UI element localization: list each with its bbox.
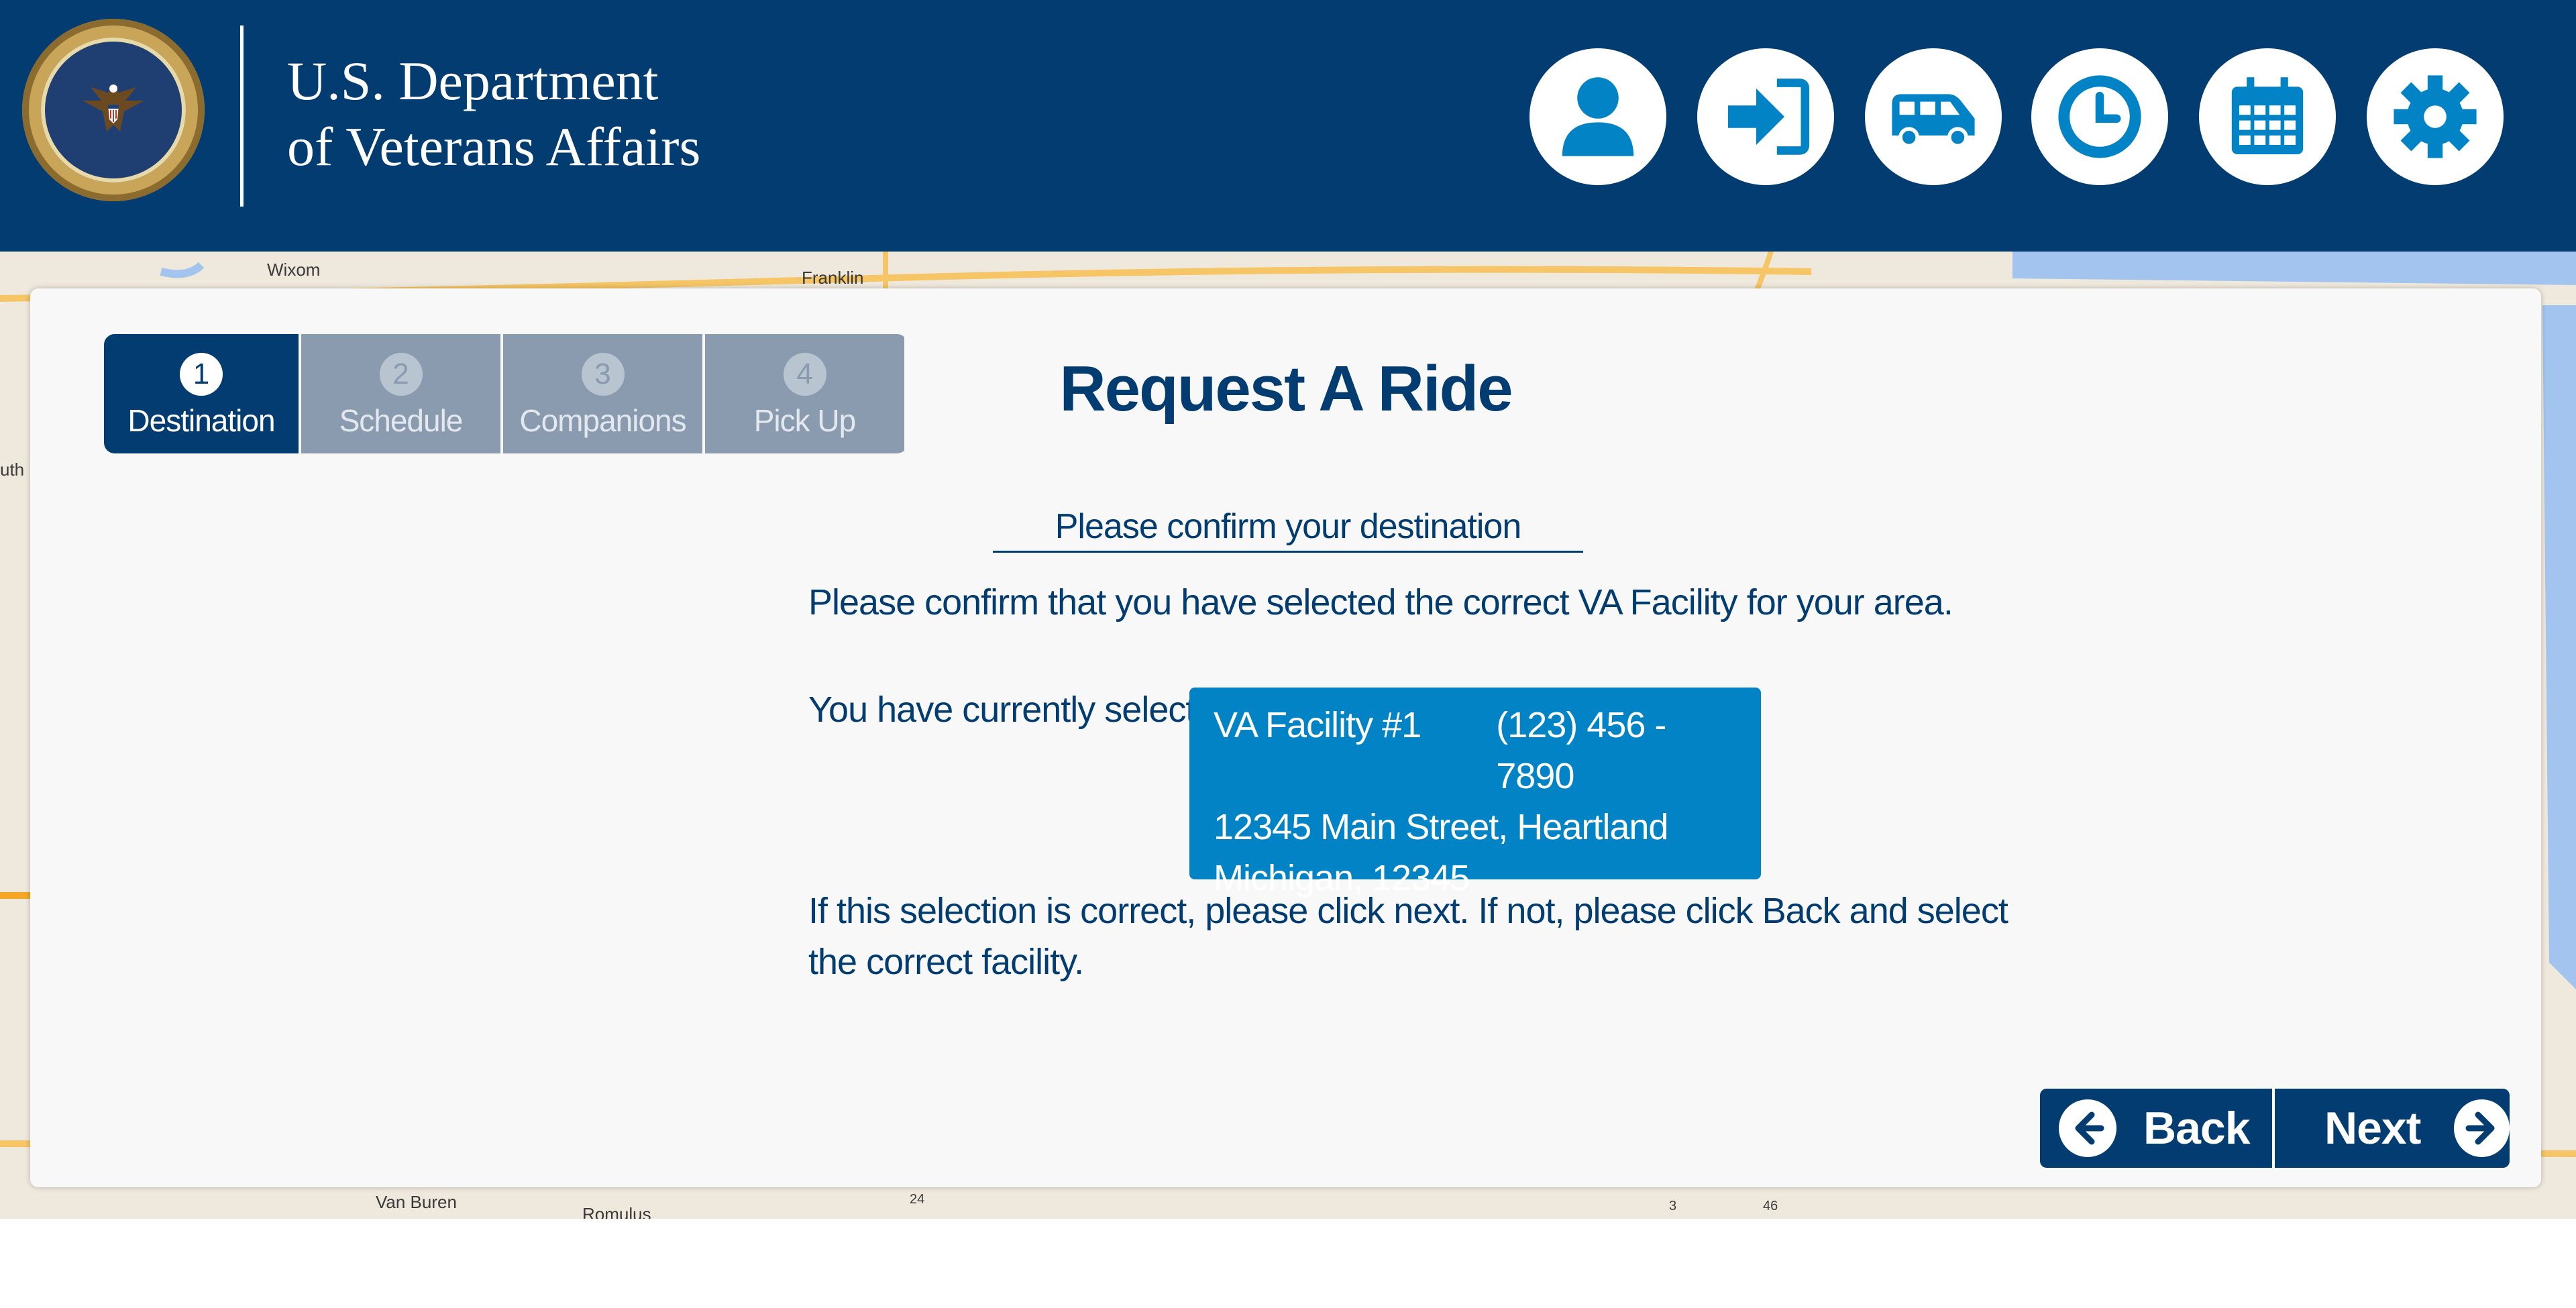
- map-label-route-46: 46: [1763, 1199, 1778, 1213]
- map-label-route-24: 24: [910, 1192, 925, 1207]
- agency-name-line1: U.S. Department: [287, 50, 659, 111]
- map-label-uth: uth: [0, 459, 25, 480]
- back-button-label: Back: [2143, 1103, 2251, 1154]
- sign-in-button[interactable]: [1697, 48, 1834, 185]
- history-button[interactable]: [2031, 48, 2168, 185]
- selected-facility-card: VA Facility #1 (123) 456 - 7890 12345 Ma…: [1189, 688, 1761, 898]
- instruction-text: Please confirm that you have selected th…: [808, 582, 1953, 622]
- calendar-button[interactable]: [2199, 48, 2336, 185]
- selected-label: You have currently selected:: [808, 690, 1244, 730]
- eagle-icon: [83, 85, 144, 131]
- page-title: Request A Ride: [1059, 353, 1513, 425]
- clock-icon: [2058, 75, 2141, 158]
- agency-name-line2: of Veterans Affairs: [287, 116, 701, 177]
- rides-button[interactable]: [1865, 48, 2002, 185]
- request-ride-panel: 1 Destination 2 Schedule 3 Companions 4 …: [30, 288, 2541, 1187]
- map-label-franklin: Franklin: [802, 268, 864, 288]
- map-label-romulus: Romulus: [582, 1204, 651, 1219]
- va-seal-logo: [22, 19, 205, 201]
- gear-icon: [2394, 75, 2477, 158]
- calendar-icon: [2231, 77, 2304, 154]
- arrow-left-icon: [2059, 1099, 2116, 1157]
- navigation-buttons: Back Next: [2040, 1089, 2510, 1168]
- app-header: U.S. Department of Veterans Affairs: [0, 0, 2576, 252]
- footnote-line1: If this selection is correct, please cli…: [808, 891, 2008, 931]
- header-divider: [240, 25, 244, 207]
- map-label-van-buren: Van Buren: [376, 1192, 457, 1212]
- map-label-wixom: Wixom: [267, 260, 321, 280]
- profile-button[interactable]: [1529, 48, 1666, 185]
- next-button[interactable]: Next: [2275, 1089, 2510, 1168]
- footnote-line2: the correct facility.: [808, 942, 1084, 982]
- van-icon: [1892, 94, 1975, 148]
- facility-phone: (123) 456 - 7890: [1496, 705, 1666, 796]
- next-button-label: Next: [2324, 1103, 2421, 1154]
- arrow-right-icon: [2454, 1099, 2510, 1157]
- footnote-text: If this selection is correct, please cli…: [808, 885, 2008, 987]
- map-label-route-3: 3: [1669, 1199, 1677, 1213]
- section-subheading: Please confirm your destination: [993, 506, 1583, 553]
- back-button[interactable]: Back: [2040, 1089, 2275, 1168]
- facility-name: VA Facility #1: [1214, 705, 1421, 745]
- facility-street: 12345 Main Street, Heartland: [1214, 807, 1668, 847]
- settings-button[interactable]: [2367, 48, 2504, 185]
- user-icon: [1562, 77, 1634, 156]
- sign-in-icon: [1728, 78, 1810, 155]
- agency-name: U.S. Department of Veterans Affairs: [287, 48, 700, 180]
